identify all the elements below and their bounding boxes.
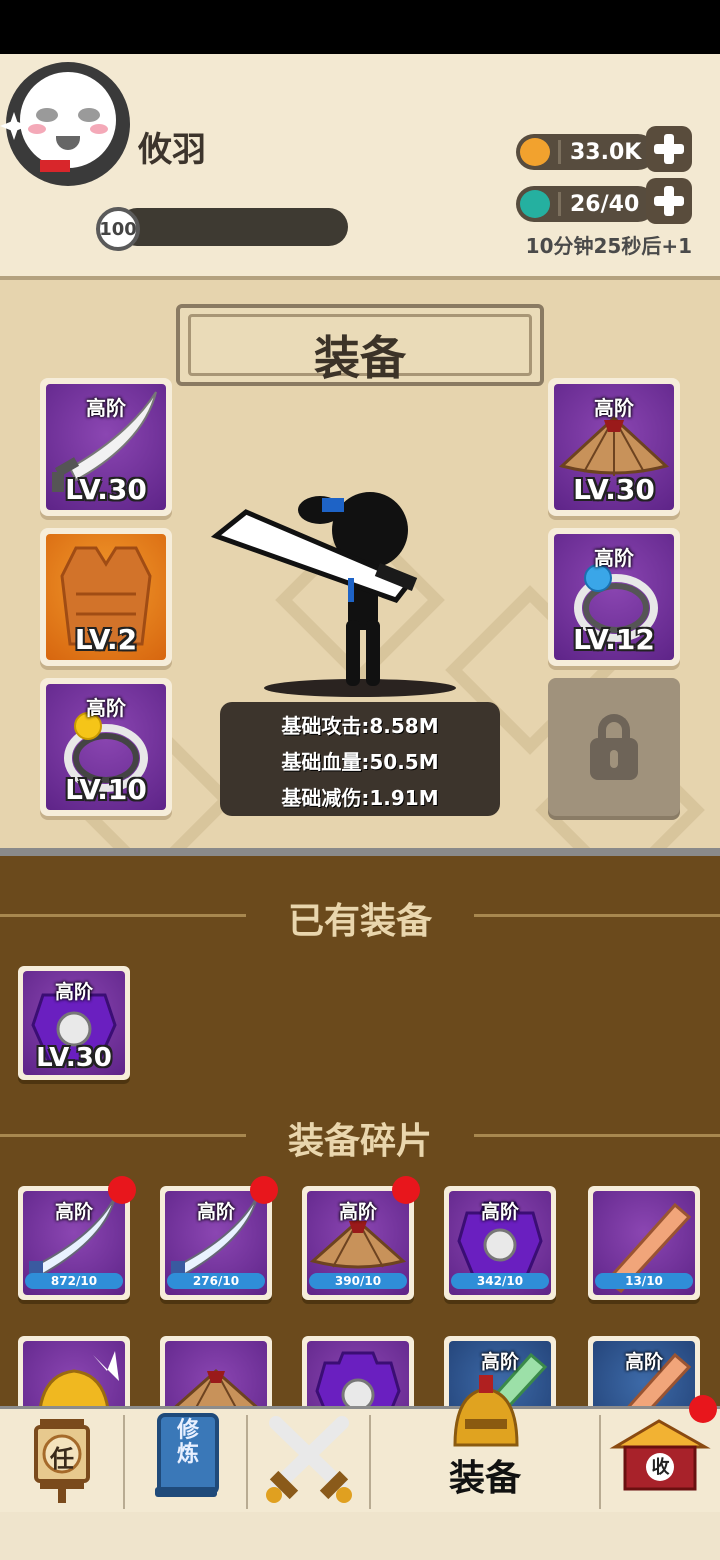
- owned-section-title: 已有装备: [287, 901, 432, 942]
- fragment-count: 872/10: [25, 1273, 123, 1289]
- nav-battle[interactable]: [248, 1409, 370, 1515]
- scarf-icon: [40, 160, 70, 172]
- panel-title-frame: 装备: [176, 304, 544, 386]
- helmet-icon: [453, 1375, 519, 1447]
- fragment-card[interactable]: 高阶 872/10: [18, 1186, 130, 1300]
- crossed-swords-icon: [266, 1416, 352, 1503]
- add-gold-button[interactable]: [646, 126, 692, 172]
- fragments-section-title: 装备碎片: [287, 1121, 432, 1162]
- energy-timer: 10分钟25秒后+1: [525, 234, 692, 258]
- fragment-card[interactable]: 高阶 276/10: [160, 1186, 272, 1300]
- nav-collect[interactable]: 收: [601, 1395, 720, 1515]
- alert-dot: [392, 1176, 420, 1204]
- coin-icon: [520, 138, 550, 166]
- level-badge: 100: [96, 207, 140, 251]
- xp-bar: [118, 208, 348, 246]
- stat-hp: 基础血量:50.5M: [281, 750, 439, 774]
- nav-equip[interactable]: 装备: [371, 1375, 599, 1515]
- slot-ring-left[interactable]: 高阶 LV.10: [40, 678, 172, 816]
- alert-dot: [250, 1176, 278, 1204]
- player-name: 攸羽: [138, 130, 206, 170]
- stat-attack: 基础攻击:8.58M: [281, 714, 439, 738]
- gold-value: 33.0K: [570, 140, 642, 165]
- gold-counter: 33.0K: [516, 134, 656, 170]
- fragment-card[interactable]: 高阶 390/10: [302, 1186, 414, 1300]
- nav-cultivate[interactable]: 修炼: [125, 1409, 247, 1515]
- alert-dot: [689, 1395, 717, 1423]
- alert-dot: [108, 1176, 136, 1204]
- fragment-count: 342/10: [451, 1273, 549, 1289]
- slot-armor[interactable]: LV.2: [40, 528, 172, 666]
- slot-hat[interactable]: 高阶 LV.30: [548, 378, 680, 516]
- slot-weapon[interactable]: 高阶 LV.30: [40, 378, 172, 516]
- owned-item[interactable]: 高阶 LV.30: [18, 966, 130, 1080]
- fragment-count: 390/10: [309, 1273, 407, 1289]
- slot-ring-right[interactable]: 高阶 LV.12: [548, 528, 680, 666]
- stat-reduction: 基础减伤:1.91M: [281, 786, 439, 810]
- nav-task[interactable]: 任: [0, 1409, 124, 1515]
- fragment-card[interactable]: 高阶 342/10: [444, 1186, 556, 1300]
- avatar-face: [20, 72, 116, 168]
- fragment-card[interactable]: 13/10: [588, 1186, 700, 1300]
- add-energy-button[interactable]: [646, 178, 692, 224]
- stats-box: 基础攻击:8.58M 基础血量:50.5M 基础减伤:1.91M: [220, 702, 500, 816]
- panel-title: 装备: [314, 331, 406, 385]
- energy-value: 26/40: [570, 192, 640, 217]
- energy-counter: 26/40: [516, 186, 656, 222]
- fragment-count: 13/10: [595, 1273, 693, 1289]
- fragment-count: 276/10: [167, 1273, 265, 1289]
- energy-drop-icon: [520, 190, 550, 218]
- avatar[interactable]: [6, 62, 130, 186]
- nav-bar-bottom: [0, 1512, 720, 1560]
- status-bar: [0, 0, 720, 54]
- character-figure: [210, 492, 456, 697]
- bottom-nav: 任 修炼 装备 收: [0, 1375, 720, 1515]
- slot-locked[interactable]: [548, 678, 680, 816]
